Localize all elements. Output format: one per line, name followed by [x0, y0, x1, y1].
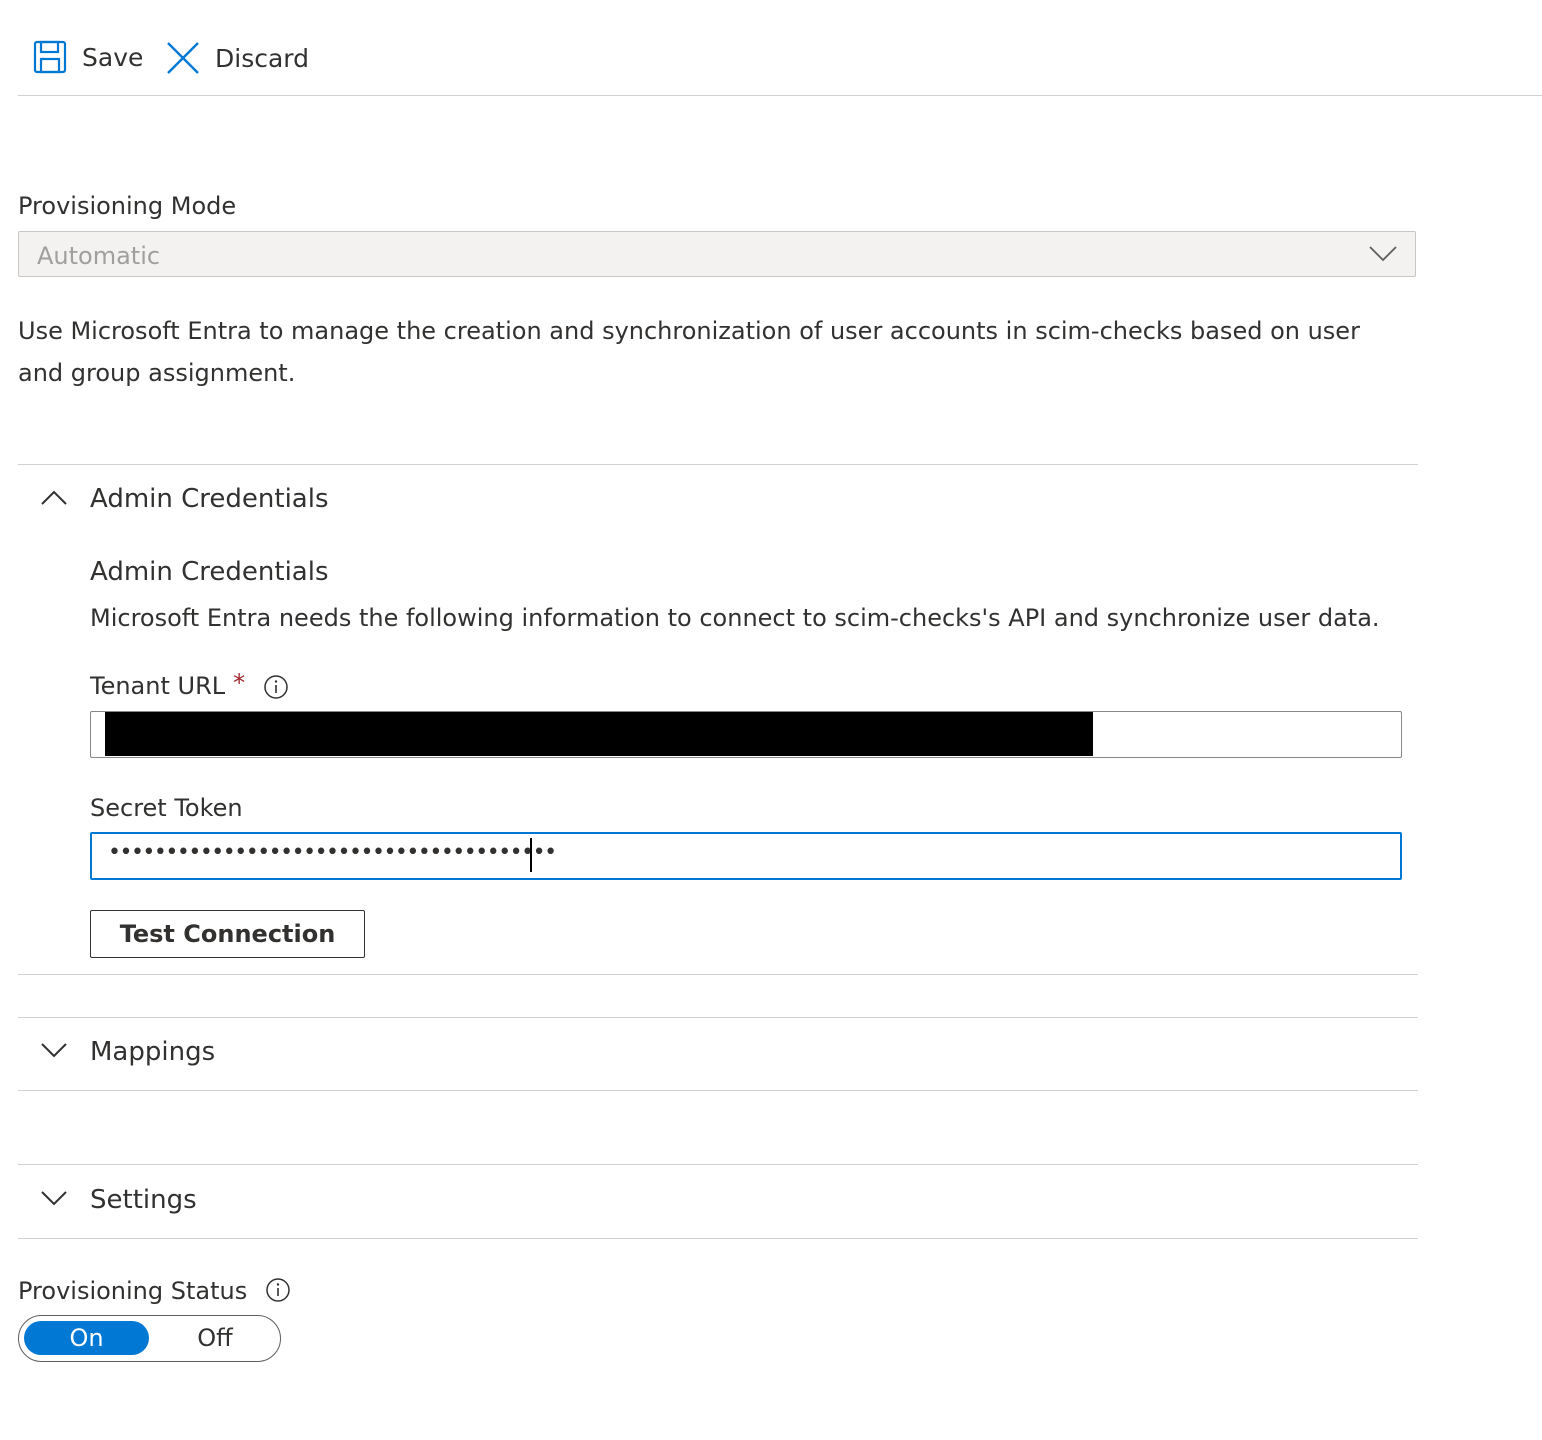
required-marker: *	[233, 669, 246, 697]
discard-label: Discard	[215, 43, 309, 73]
text-caret	[530, 838, 532, 872]
section-divider	[18, 974, 1418, 975]
provisioning-status-label: Provisioning Status	[18, 1277, 248, 1305]
settings-section-header[interactable]: Settings	[40, 1185, 197, 1215]
provisioning-status-label-row: Provisioning Status	[18, 1277, 291, 1305]
secret-token-input[interactable]: •••••••••••••••••••••••••••••••••••••••	[90, 832, 1402, 880]
info-icon[interactable]	[263, 674, 289, 700]
tenant-url-label: Tenant URL	[90, 672, 226, 700]
save-button[interactable]: Save	[33, 40, 143, 74]
section-divider	[18, 1164, 1418, 1165]
section-divider	[18, 1238, 1418, 1239]
secret-token-label: Secret Token	[90, 794, 243, 822]
admin-credentials-subtitle: Microsoft Entra needs the following info…	[90, 604, 1380, 632]
admin-credentials-heading: Admin Credentials	[90, 557, 329, 587]
tenant-url-label-row: Tenant URL *	[90, 669, 289, 700]
admin-credentials-section-header[interactable]: Admin Credentials	[40, 484, 329, 514]
section-divider	[18, 1017, 1418, 1018]
provisioning-mode-dropdown[interactable]: Automatic	[18, 231, 1416, 277]
secret-token-value: •••••••••••••••••••••••••••••••••••••••	[108, 840, 557, 865]
admin-credentials-section-title: Admin Credentials	[90, 484, 329, 514]
discard-button[interactable]: Discard	[166, 41, 309, 75]
close-icon	[166, 41, 200, 75]
info-icon[interactable]	[265, 1277, 291, 1303]
chevron-up-icon	[40, 489, 68, 509]
tenant-url-input[interactable]	[90, 711, 1402, 758]
toggle-option-off[interactable]: Off	[155, 1321, 275, 1355]
test-connection-button[interactable]: Test Connection	[90, 910, 365, 958]
save-icon	[33, 40, 67, 74]
provisioning-mode-label: Provisioning Mode	[18, 192, 237, 220]
mappings-section-title: Mappings	[90, 1037, 216, 1067]
section-divider	[18, 1090, 1418, 1091]
provisioning-mode-value: Automatic	[37, 242, 161, 270]
chevron-down-icon	[40, 1042, 68, 1062]
toolbar-divider	[18, 95, 1542, 96]
provisioning-status-toggle[interactable]: On Off	[18, 1315, 281, 1362]
settings-section-title: Settings	[90, 1185, 197, 1215]
chevron-down-icon	[40, 1190, 68, 1210]
redacted-region	[105, 712, 1093, 756]
toggle-option-on[interactable]: On	[24, 1321, 149, 1355]
provisioning-description: Use Microsoft Entra to manage the creati…	[18, 317, 1360, 387]
chevron-down-icon	[1369, 246, 1397, 266]
mappings-section-header[interactable]: Mappings	[40, 1037, 215, 1067]
section-divider	[18, 464, 1418, 465]
save-label: Save	[82, 42, 144, 72]
